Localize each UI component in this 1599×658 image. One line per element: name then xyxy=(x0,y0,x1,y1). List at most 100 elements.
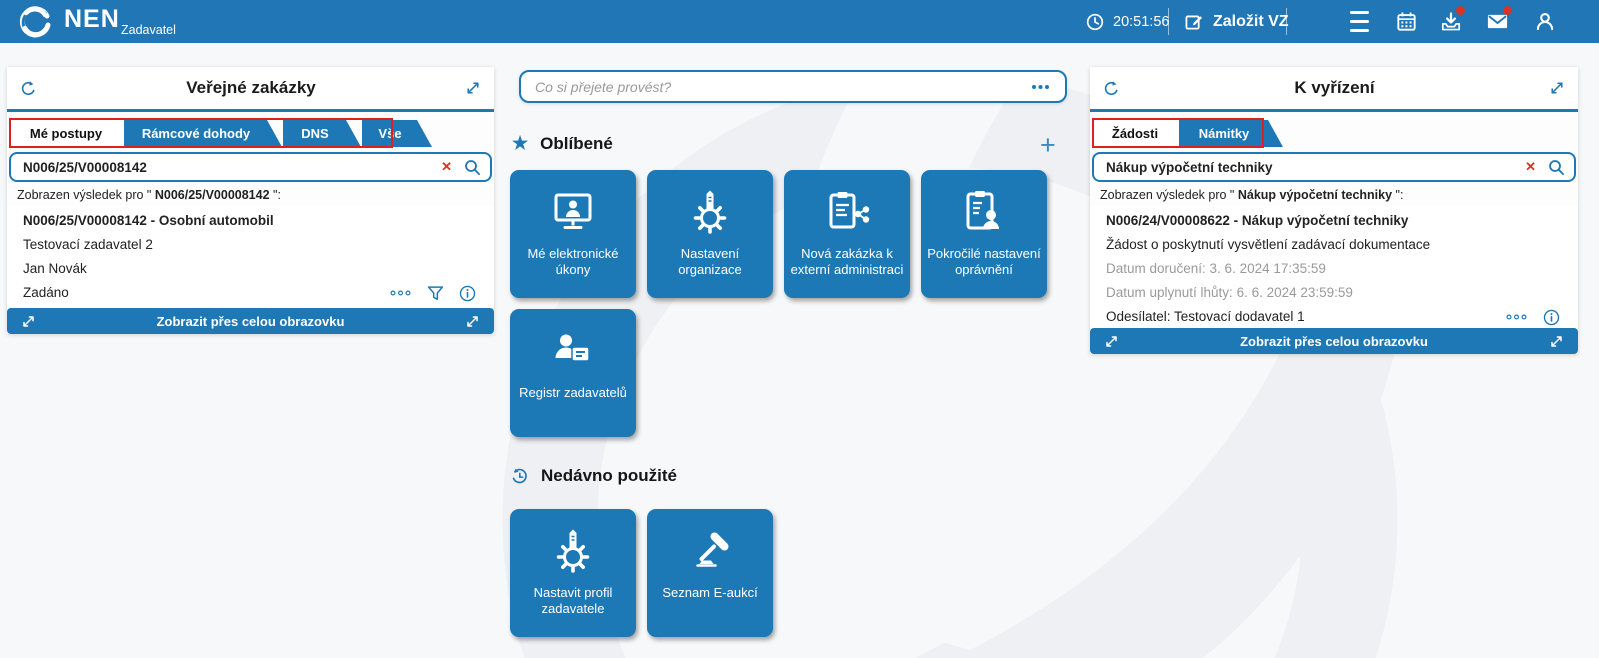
tab-label: Mé postupy xyxy=(29,126,103,141)
refresh-button[interactable] xyxy=(20,80,37,97)
refresh-icon xyxy=(1104,80,1118,95)
clock-icon xyxy=(1085,12,1105,32)
nen-logo[interactable] xyxy=(16,3,54,41)
tab-zadosti[interactable]: Žádosti xyxy=(1092,120,1178,147)
fullscreen-button[interactable]: Zobrazit přes celou obrazovku xyxy=(7,308,494,334)
tab-label: DNS xyxy=(301,126,329,141)
tab-dns[interactable]: DNS xyxy=(283,120,361,147)
tab-vse[interactable]: Vše xyxy=(362,120,432,147)
create-vz-label: Založit VZ xyxy=(1213,12,1289,30)
clipboard-share-icon xyxy=(823,187,871,237)
result-count-note: Zobrazen výsledek pro " Nákup výpočetní … xyxy=(1090,182,1578,205)
user-account-button[interactable] xyxy=(1534,0,1556,43)
search-button[interactable] xyxy=(1548,159,1565,176)
note-prefix: Zobrazen výsledek pro " xyxy=(17,188,155,202)
left-panel-tabs: Mé postupy Rámcové dohody DNS Vše xyxy=(9,118,492,148)
command-search-box xyxy=(519,70,1067,103)
user-icon xyxy=(1534,11,1556,33)
request-search-input[interactable] xyxy=(1106,159,1526,175)
more-options-button[interactable] xyxy=(1505,312,1528,322)
top-navigation-bar: NEN Zadavatel 20:51:56 Založit VZ xyxy=(0,0,1599,43)
menu-button[interactable] xyxy=(1350,0,1369,43)
clipboard-user-icon xyxy=(960,187,1008,237)
tab-namitky[interactable]: Námitky xyxy=(1179,120,1283,147)
tile-registr-zadavatelu[interactable]: Registr zadavatelů xyxy=(510,309,636,437)
tile-seznam-e-aukci[interactable]: Seznam E-aukcí xyxy=(647,509,773,637)
search-icon xyxy=(465,159,480,175)
gavel-icon xyxy=(686,526,734,576)
ellipsis-icon xyxy=(1506,314,1527,320)
search-options-button[interactable] xyxy=(1030,83,1051,91)
tab-label: Námitky xyxy=(1198,126,1250,141)
gear-building-icon xyxy=(686,187,734,237)
tile-pokrocile-nastaveni-opravneni[interactable]: Pokročilé nastavení oprávnění xyxy=(921,170,1047,298)
tile-label: Pokročilé nastavení oprávnění xyxy=(927,246,1041,277)
tab-me-postupy[interactable]: Mé postupy xyxy=(9,120,123,147)
notification-badge xyxy=(1503,6,1512,15)
gear-building-icon xyxy=(549,526,597,576)
expand-icon xyxy=(467,82,479,94)
search-button[interactable] xyxy=(464,159,481,176)
tile-me-elektronicke-ukony[interactable]: Mé elektronické úkony xyxy=(510,170,636,298)
calendar-icon xyxy=(1396,11,1417,32)
result-deadline-date: Datum uplynutí lhůty: 6. 6. 2024 23:59:5… xyxy=(1106,285,1353,300)
create-vz-button[interactable]: Založit VZ xyxy=(1184,0,1289,43)
clear-search-button[interactable]: ✕ xyxy=(441,159,452,175)
command-search-input[interactable] xyxy=(535,78,1030,95)
more-options-button[interactable] xyxy=(389,288,412,298)
fullscreen-label: Zobrazit přes celou obrazovku xyxy=(156,313,345,329)
brand-module-label: Zadavatel xyxy=(121,23,176,37)
recent-header: Nedávno použité xyxy=(510,466,677,486)
search-icon xyxy=(1549,159,1564,175)
expand-icon xyxy=(1551,335,1562,347)
notification-badge xyxy=(1456,6,1465,15)
server-time: 20:51:56 xyxy=(1085,0,1169,43)
tile-label: Nastavení organizace xyxy=(678,246,742,277)
to-resolve-panel: K vyřízení Žádosti Námitky ✕ Zobrazen vý… xyxy=(1090,67,1578,354)
filter-button[interactable] xyxy=(427,285,444,302)
contract-search-box: ✕ xyxy=(9,152,492,182)
request-search-box: ✕ xyxy=(1092,152,1576,182)
result-received-date: Datum doručení: 3. 6. 2024 17:35:59 xyxy=(1106,261,1326,276)
fullscreen-button[interactable]: Zobrazit přes celou obrazovku xyxy=(1090,328,1578,354)
expand-panel-button[interactable] xyxy=(465,80,481,96)
tab-label: Vše xyxy=(378,126,402,141)
divider xyxy=(1168,8,1169,35)
tab-label: Žádosti xyxy=(1111,126,1159,141)
result-subject: Žádost o poskytnutí vysvětlení zadávací … xyxy=(1106,237,1431,252)
brand-name: NEN xyxy=(64,5,120,33)
expand-icon xyxy=(1551,82,1563,94)
info-button[interactable] xyxy=(1543,309,1560,326)
refresh-icon xyxy=(21,80,35,95)
note-suffix: ": xyxy=(269,188,281,202)
clear-search-button[interactable]: ✕ xyxy=(1525,159,1536,175)
result-organization: Testovací zadavatel 2 xyxy=(23,237,153,252)
filter-icon xyxy=(427,285,444,300)
contract-result-card[interactable]: N006/25/V00008142 - Osobní automobil Tes… xyxy=(7,205,494,311)
tile-nova-zakazka-externi[interactable]: Nová zakázka k externí administraci xyxy=(784,170,910,298)
info-button[interactable] xyxy=(459,285,476,302)
result-status: Zadáno xyxy=(23,285,69,300)
tab-ramcove-dohody[interactable]: Rámcové dohody xyxy=(124,120,282,147)
fullscreen-label: Zobrazit přes celou obrazovku xyxy=(1240,333,1428,349)
messages-button[interactable] xyxy=(1486,0,1512,43)
contract-search-input[interactable] xyxy=(23,159,442,175)
calendar-button[interactable] xyxy=(1396,0,1417,43)
tile-nastaveni-organizace[interactable]: Nastavení organizace xyxy=(647,170,773,298)
result-count-note: Zobrazen výsledek pro " N006/25/V0000814… xyxy=(7,182,494,205)
downloads-button[interactable] xyxy=(1440,0,1465,43)
edit-icon xyxy=(1184,12,1204,32)
tile-label: Nová zakázka k externí administraci xyxy=(790,246,904,277)
tab-label: Rámcové dohody xyxy=(141,126,251,141)
refresh-button[interactable] xyxy=(1103,80,1120,97)
expand-panel-button[interactable] xyxy=(1549,80,1565,96)
public-contracts-panel: Veřejné zakázky Mé postupy Rámcové dohod… xyxy=(7,67,494,334)
note-suffix: ": xyxy=(1392,188,1404,202)
right-panel-tabs: Žádosti Námitky xyxy=(1092,118,1576,148)
add-favorite-button[interactable]: + xyxy=(1040,132,1056,159)
request-result-card[interactable]: N006/24/V00008622 - Nákup výpočetní tech… xyxy=(1090,205,1578,335)
result-person: Jan Novák xyxy=(23,261,87,276)
ellipsis-icon xyxy=(390,290,411,296)
result-title: N006/24/V00008622 - Nákup výpočetní tech… xyxy=(1106,213,1409,228)
tile-nastavit-profil-zadavatele[interactable]: Nastavit profil zadavatele xyxy=(510,509,636,637)
